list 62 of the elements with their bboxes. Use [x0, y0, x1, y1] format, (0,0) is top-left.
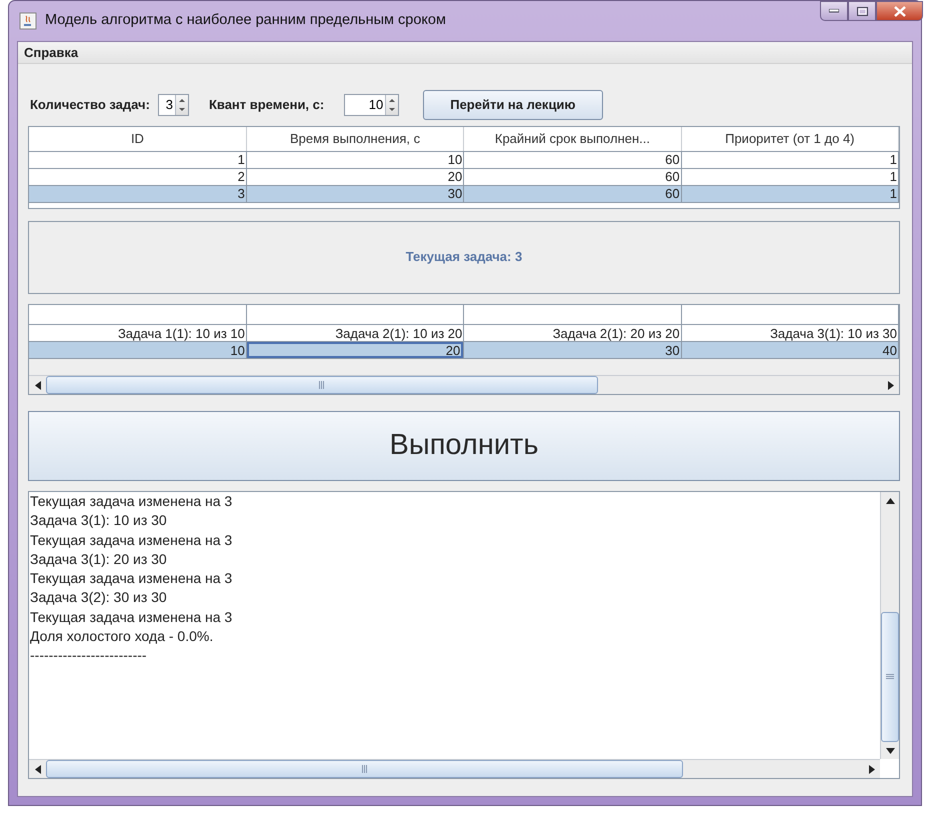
log-line: Задача 3(1): 10 из 30: [30, 511, 168, 530]
maximize-icon: [856, 6, 868, 16]
table-cell: 60: [464, 151, 682, 168]
menu-item[interactable]: Справка: [22, 42, 80, 62]
grip-icon: [319, 381, 324, 389]
scrollbar-thumb[interactable]: [46, 760, 684, 778]
column-header[interactable]: Время выполнения, с: [246, 127, 464, 151]
log-line: Текущая задача изменена на 3: [30, 608, 234, 627]
table-cell: 40: [681, 342, 898, 358]
minimize-icon: [829, 9, 839, 13]
log-line: -------------------------: [30, 646, 148, 666]
table-cell: 1: [681, 151, 898, 168]
column-header[interactable]: ID: [29, 127, 246, 151]
log-line: Текущая задача изменена на 3: [30, 530, 234, 550]
vertical-scrollbar[interactable]: [880, 492, 899, 759]
table-cell: 2: [29, 168, 246, 185]
table-cell: 60: [464, 185, 682, 202]
table-cell: 20: [246, 342, 464, 358]
time-quantum-spinner[interactable]: 10: [344, 94, 400, 116]
table-cell: 60: [464, 168, 682, 185]
task-count-field[interactable]: 3: [158, 95, 175, 115]
table-cell: 1: [681, 168, 898, 185]
close-button[interactable]: [876, 1, 923, 21]
grip-icon: [886, 674, 894, 680]
maximize-button[interactable]: [848, 1, 876, 21]
go-to-lecture-button[interactable]: Перейти на лекцию: [423, 90, 603, 120]
column-header[interactable]: Крайний срок выполнен...: [464, 127, 682, 151]
table-cell: 1: [29, 151, 246, 168]
table-cell: 10: [29, 342, 246, 358]
time-quantum-field[interactable]: 10: [345, 95, 386, 115]
table-cell: 3: [29, 185, 246, 202]
table-cell: 20: [246, 168, 464, 185]
scrollbar-thumb[interactable]: [881, 612, 899, 742]
minimize-button[interactable]: [820, 1, 848, 21]
left-arrow-icon[interactable]: [34, 380, 40, 390]
coffee-cup-icon: [19, 12, 37, 30]
right-arrow-icon[interactable]: [868, 764, 874, 774]
current-task-label: Текущая задача: 3: [406, 248, 522, 266]
grip-icon: [362, 765, 368, 773]
table-cell: 1: [681, 185, 898, 202]
window-title: Модель алгоритма с наиболее ранним предельным сроком: [45, 11, 446, 30]
log-line: Задача 3(1): 20 из 30: [30, 550, 168, 569]
table-cell: 30: [246, 185, 464, 202]
down-arrow-icon[interactable]: [886, 748, 894, 754]
right-arrow-icon[interactable]: [888, 380, 894, 390]
log-line: Текущая задача изменена на 3: [30, 569, 234, 588]
table-cell: 10: [246, 151, 464, 168]
up-arrow-icon[interactable]: [886, 498, 894, 504]
log-line: Доля холостого хода - 0.0%.: [30, 627, 214, 646]
task-count-spinner[interactable]: 3: [158, 94, 189, 116]
task-count-label: Количество задач:: [30, 96, 150, 114]
horizontal-scrollbar[interactable]: [29, 375, 899, 394]
log-line: Текущая задача изменена на 3: [30, 492, 234, 511]
table-cell: 30: [464, 342, 682, 358]
time-quantum-label: Квант времени, с:: [208, 96, 324, 114]
log-line: Задача 3(2): 30 из 30: [30, 588, 168, 608]
horizontal-scrollbar[interactable]: [29, 759, 880, 778]
close-icon: [894, 6, 906, 16]
scrollbar-thumb[interactable]: [46, 376, 598, 394]
execute-button[interactable]: Выполнить: [28, 411, 900, 481]
left-arrow-icon[interactable]: [34, 764, 40, 774]
column-header[interactable]: Приоритет (от 1 до 4): [681, 127, 898, 151]
